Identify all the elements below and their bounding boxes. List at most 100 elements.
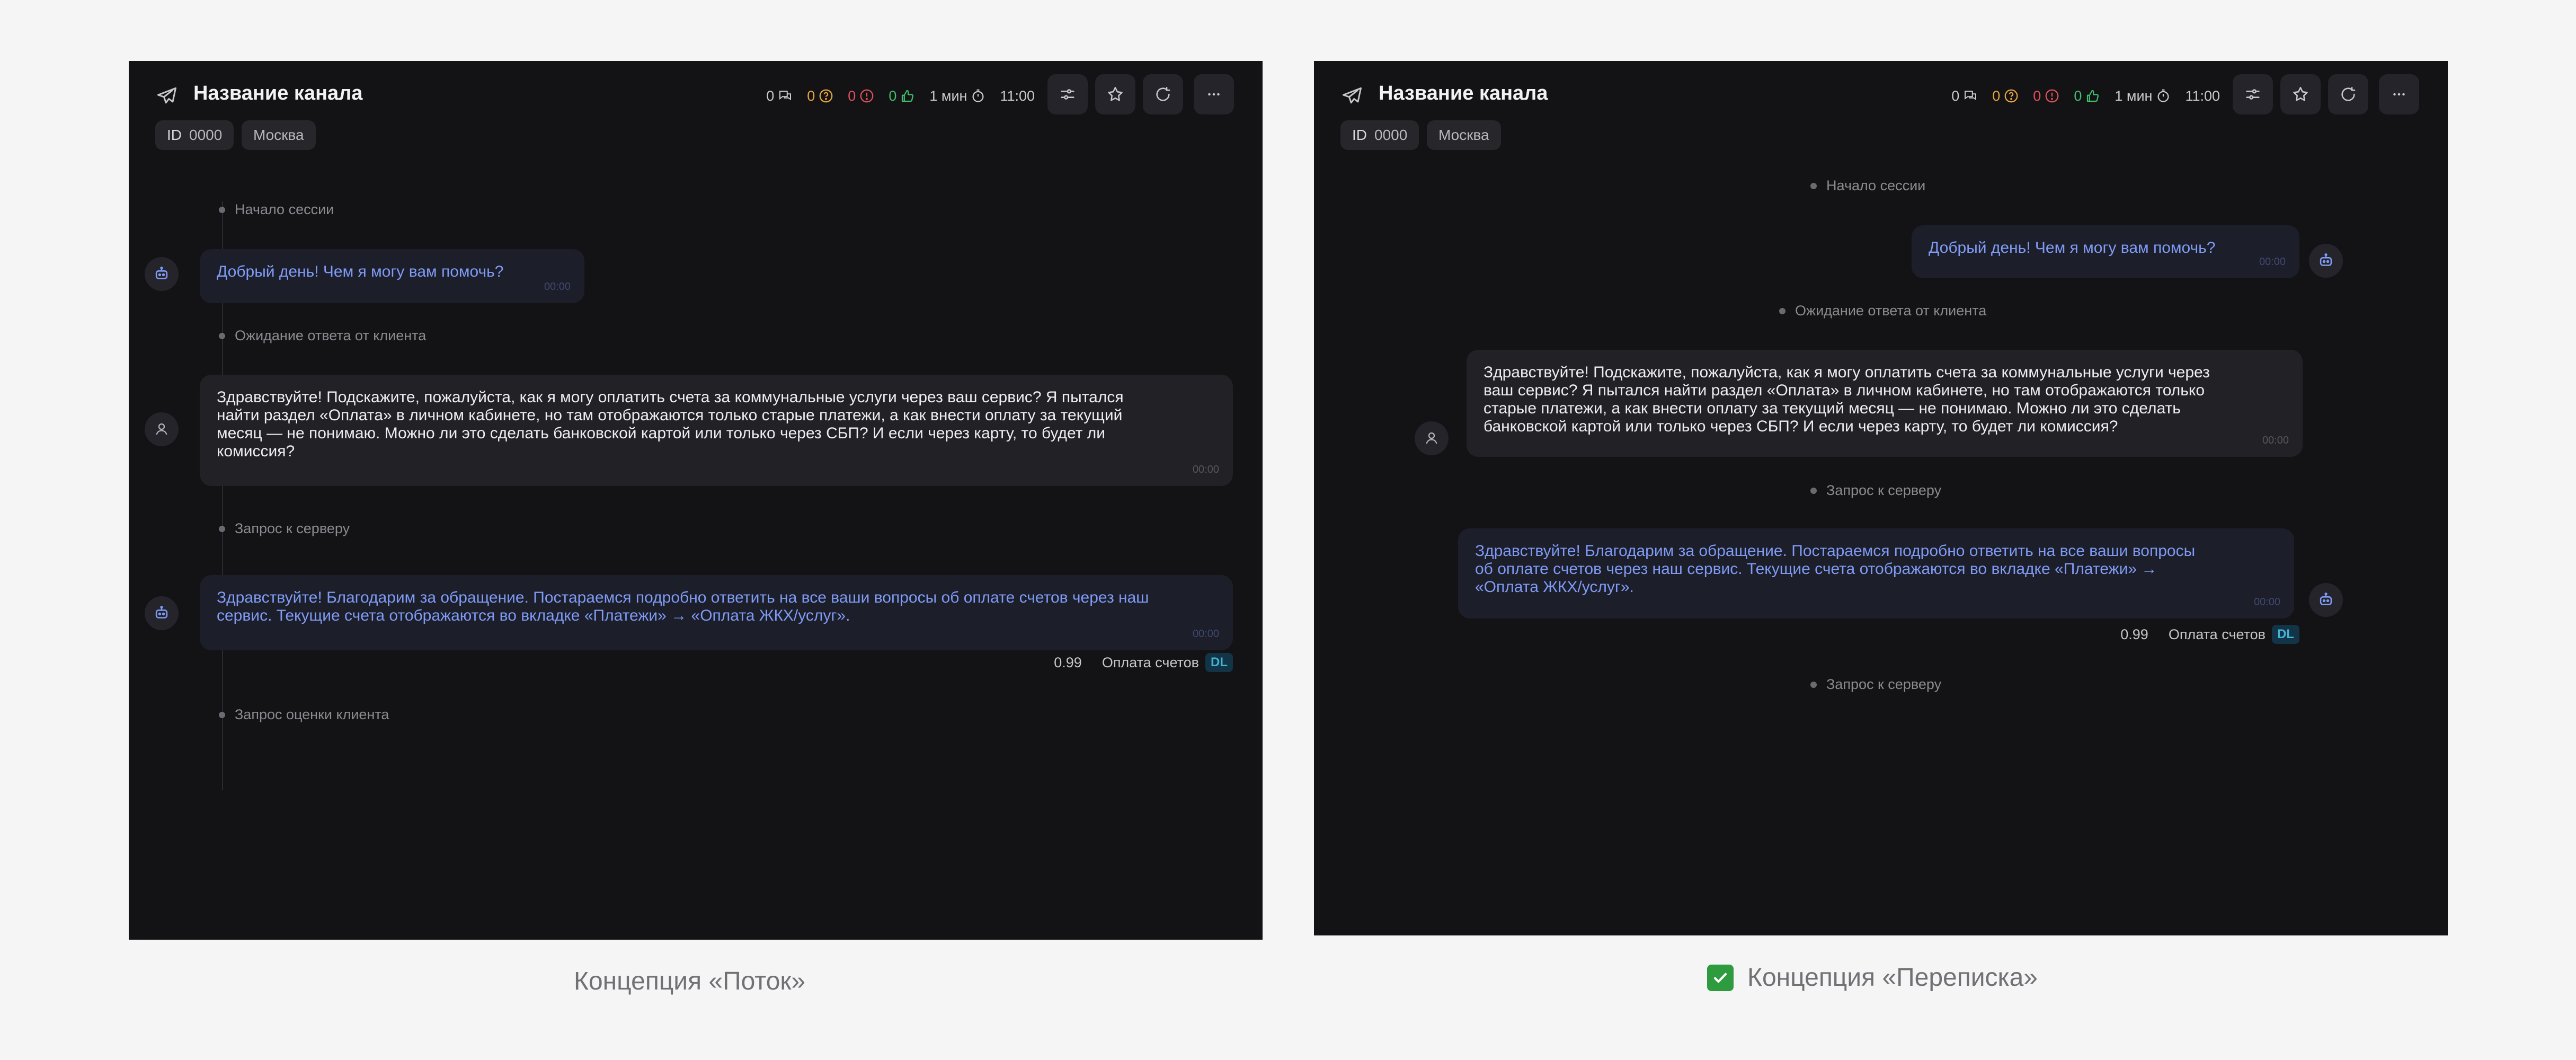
stat-likes-count: 0: [889, 87, 897, 104]
stat-alerts: 0: [848, 88, 875, 104]
bot-avatar: [2309, 583, 2343, 617]
robot-icon: [2320, 592, 2332, 605]
user-message-question: Здравствуйте! Подскажите, пожалуйста, ка…: [200, 375, 1233, 486]
stat-questions-count: 0: [1992, 87, 2001, 104]
chat-header: Название канала ID 0000 Москва 0 0 0 0 1 …: [1314, 61, 2448, 151]
city-tag: Москва: [1427, 120, 1501, 150]
message-time: 00:00: [1192, 628, 1219, 640]
intent-meta: 0.99 Оплата счетов DL: [1054, 653, 1233, 672]
event-label: Запрос к серверу: [1826, 482, 1942, 498]
thumbs-up-icon: [2087, 90, 2099, 102]
bot-avatar: [2309, 244, 2343, 278]
more-dots-icon: [1208, 93, 1220, 96]
stat-alerts-count: 0: [848, 87, 856, 104]
stat-questions: 0: [1992, 88, 2019, 104]
event-server-request-2: Запрос к серверу: [1810, 676, 1941, 693]
stat-questions-count: 0: [807, 87, 815, 104]
stat-messages-count: 0: [1951, 87, 1960, 104]
user-message-question: Здравствуйте! Подскажите, пожалуйста, ка…: [1467, 350, 2303, 457]
event-label: Начало сессии: [1826, 178, 1926, 193]
bot-avatar: [145, 596, 179, 630]
stat-duration-value: 1 мин: [929, 87, 967, 104]
stat-likes-count: 0: [2074, 87, 2082, 104]
event-rating-request: Запрос оценки клиента: [219, 706, 389, 723]
model-badge: DL: [2272, 625, 2299, 644]
event-label: Начало сессии: [235, 201, 334, 217]
star-icon: [1108, 86, 1123, 101]
id-tag: ID 0000: [1340, 120, 1419, 150]
confidence-score: 0.99: [2120, 626, 2148, 642]
more-button[interactable]: [1194, 74, 1234, 114]
channel-title: Название канала: [1379, 82, 1548, 104]
more-dots-icon: [2393, 93, 2405, 96]
refresh-icon: [1156, 86, 1170, 101]
event-session-start: Начало сессии: [1810, 178, 1925, 194]
event-label: Запрос к серверу: [1826, 676, 1942, 692]
stopwatch-icon: [2157, 89, 2169, 102]
stat-messages: 0: [766, 88, 793, 104]
session-stats: 0 0 0 0 1 мин 11:00: [1951, 80, 2220, 112]
bot-message-greeting: Добрый день! Чем я могу вам помочь? 00:0…: [200, 249, 584, 303]
alert-circle-icon: [2045, 89, 2059, 103]
chat-header: Название канала ID 0000 Москва 0 0 0 0 1 …: [129, 61, 1263, 151]
intent-label: Оплата счетов: [1102, 654, 1199, 670]
id-tag: ID 0000: [155, 120, 234, 150]
event-label: Ожидание ответа от клиента: [235, 328, 427, 343]
event-dot: [1810, 487, 1817, 494]
caption-flow: Концепция «Поток»: [574, 967, 806, 995]
sliders-icon: [1061, 89, 1074, 100]
event-label: Запрос оценки клиента: [235, 706, 389, 722]
message-text: Здравствуйте! Благодарим за обращение. П…: [1475, 542, 2196, 596]
favorite-button[interactable]: [1095, 74, 1135, 114]
message-text: Здравствуйте! Подскажите, пожалуйста, ка…: [1484, 364, 2210, 435]
message-time: 00:00: [2253, 596, 2280, 608]
event-server-request: Запрос к серверу: [1810, 482, 1941, 499]
id-label: ID: [167, 127, 182, 143]
user-avatar: [1415, 421, 1449, 455]
channel-title: Название канала: [193, 82, 363, 104]
caption-conversation: Концепция «Переписка»: [1707, 963, 2038, 992]
star-icon: [2293, 86, 2308, 101]
refresh-button[interactable]: [1143, 74, 1183, 114]
filters-button[interactable]: [1047, 74, 1088, 114]
stat-time: 11:00: [2185, 87, 2220, 104]
thumbs-up-icon: [902, 90, 914, 102]
message-text: Здравствуйте! Подскажите, пожалуйста, ка…: [217, 388, 1124, 460]
stat-alerts: 0: [2033, 88, 2060, 104]
id-value: 0000: [189, 127, 223, 143]
user-icon: [156, 423, 167, 435]
event-waiting: Ожидание ответа от клиента: [1779, 303, 1986, 319]
event-dot: [219, 332, 225, 339]
message-time: 00:00: [1192, 464, 1219, 475]
bot-avatar: [145, 257, 179, 291]
event-session-start: Начало сессии: [219, 201, 334, 218]
question-circle-icon: [819, 89, 833, 103]
stat-duration-value: 1 мин: [2115, 87, 2153, 104]
event-dot: [1810, 681, 1817, 688]
city-tag: Москва: [242, 120, 316, 150]
stat-duration: 1 мин: [929, 88, 986, 104]
stat-time: 11:00: [1000, 87, 1035, 104]
message-time: 00:00: [544, 281, 571, 293]
intent-label: Оплата счетов: [2168, 626, 2266, 642]
robot-icon: [2320, 253, 2332, 266]
more-button[interactable]: [2379, 74, 2419, 114]
event-dot: [1779, 307, 1786, 314]
event-dot: [1810, 182, 1817, 189]
bot-message-answer: Здравствуйте! Благодарим за обращение. П…: [1458, 528, 2294, 619]
stat-messages: 0: [1951, 88, 1978, 104]
stat-likes: 0: [889, 88, 916, 104]
stat-likes: 0: [2074, 88, 2101, 104]
stat-duration: 1 мин: [2115, 88, 2171, 104]
session-stats: 0 0 0 0 1 мин 11:00: [766, 80, 1035, 112]
refresh-button[interactable]: [2328, 74, 2368, 114]
refresh-icon: [2341, 86, 2356, 101]
filters-button[interactable]: [2233, 74, 2273, 114]
chat-bubbles-icon: [779, 91, 792, 101]
confidence-score: 0.99: [1054, 654, 1082, 670]
event-dot: [219, 525, 225, 532]
message-time: 00:00: [2262, 435, 2289, 446]
telegram-icon: [1343, 87, 1362, 104]
favorite-button[interactable]: [2280, 74, 2321, 114]
telegram-icon: [157, 87, 176, 104]
